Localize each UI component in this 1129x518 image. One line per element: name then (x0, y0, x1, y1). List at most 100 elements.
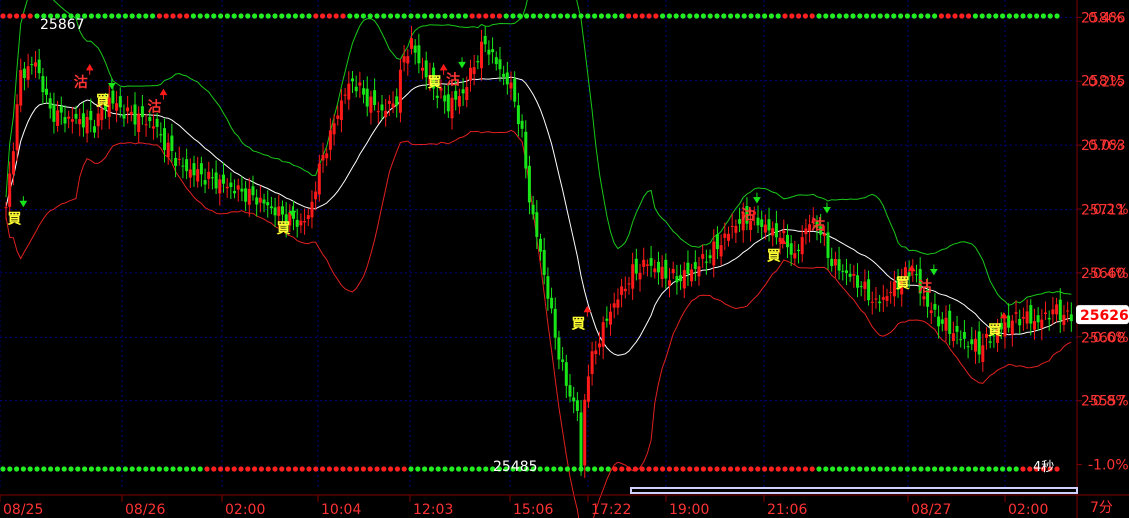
candle-body (727, 233, 730, 241)
candle-body (196, 169, 200, 182)
signal-dot (558, 13, 564, 19)
signal-dot (503, 13, 509, 19)
signal-dot (143, 466, 149, 472)
signal-dot (823, 13, 829, 19)
candle-body (133, 104, 137, 125)
signal-dot (1000, 13, 1006, 19)
signal-dot (530, 13, 537, 19)
signal-dot (252, 466, 258, 472)
signal-dot (660, 13, 666, 19)
candle-body (365, 88, 369, 107)
candle-body (723, 233, 727, 238)
candle-body (56, 110, 60, 126)
signal-dot (190, 466, 196, 472)
candle-body (708, 255, 712, 259)
signal-dot (272, 13, 278, 19)
candle-body (712, 241, 716, 266)
signal-dot (490, 13, 496, 19)
signal-dot (768, 466, 775, 472)
candle-body (693, 262, 697, 269)
candle-body (620, 286, 624, 295)
signal-dot (388, 13, 394, 19)
candle-body (671, 268, 675, 274)
signal-label: 沽 (446, 71, 460, 88)
candle-body (410, 38, 413, 49)
candle-body (841, 270, 845, 272)
signal-dot (612, 466, 618, 472)
signal-dot (34, 466, 40, 472)
candle-body (303, 221, 307, 223)
candle-body (1051, 309, 1055, 315)
signal-dot (7, 466, 13, 472)
signal-dot (782, 466, 788, 472)
candle-body (664, 259, 668, 279)
candle-body (782, 230, 786, 234)
candle-body (236, 185, 240, 190)
time-tick-label: 10:04 (321, 502, 361, 518)
signal-dot (136, 13, 142, 19)
candle-body (704, 261, 708, 263)
candle-body (933, 303, 937, 310)
candle-body (384, 110, 388, 118)
candle-body (524, 131, 528, 169)
candle-body (37, 59, 41, 74)
signal-dot (34, 13, 40, 19)
candle-body (631, 264, 635, 289)
signal-label: 買 (571, 317, 586, 333)
candle-body (52, 104, 56, 122)
candle-body (380, 104, 384, 111)
candle-body (937, 316, 941, 327)
signal-dot (721, 466, 727, 472)
signal-dot (796, 466, 802, 472)
signal-dot (850, 13, 856, 19)
candle-body (118, 96, 122, 108)
signal-dot (1020, 466, 1026, 472)
signal-dot (326, 13, 332, 19)
signal-dot (170, 466, 176, 472)
candle-body (988, 341, 992, 343)
signal-dot (891, 13, 897, 19)
candle-body (509, 82, 513, 89)
candle-body (686, 262, 690, 274)
candle-body (115, 103, 119, 111)
signal-dot (1006, 13, 1013, 19)
candle-body (561, 359, 565, 362)
signal-dot (857, 466, 863, 472)
candle-body (520, 120, 524, 129)
candle-body (402, 56, 406, 63)
signal-dot (993, 466, 999, 472)
signal-dot (972, 466, 979, 472)
signal-label: 買 (988, 323, 1003, 339)
candle-body (623, 288, 627, 292)
signal-dot (102, 466, 108, 472)
candle-body (1033, 321, 1036, 330)
signal-dot (666, 13, 673, 19)
candle-body (336, 115, 340, 119)
candle-body (1025, 311, 1029, 324)
candle-body (199, 163, 203, 175)
candle-body (929, 310, 933, 314)
candle-body (22, 68, 26, 78)
stock-chart[interactable]: 買沽買 沽買買 沽買沽買沽買 沽買 0.4%0.2%0.0%-0.2%-0.4%-0.… (0, 0, 1129, 518)
signal-dot (592, 466, 598, 472)
candle-body (391, 103, 395, 108)
candle-body (951, 333, 955, 341)
signal-dot (809, 13, 815, 19)
signal-dot (333, 466, 339, 472)
candle-body (214, 172, 218, 189)
signal-dot (102, 13, 108, 19)
refresh-interval-label: 4秒 (1033, 460, 1054, 475)
signal-label: 沽 (147, 99, 161, 116)
candle-body (328, 130, 332, 150)
candle-body (15, 104, 19, 151)
signal-dot (360, 466, 366, 472)
interval-label[interactable]: 7分 (1090, 500, 1113, 516)
signal-dot (857, 13, 863, 19)
signal-dot (836, 13, 843, 19)
signal-dot (381, 13, 387, 19)
candle-body (465, 87, 469, 100)
signal-dot (775, 466, 781, 472)
signal-dot (932, 13, 938, 19)
candle-body (244, 188, 248, 202)
candle-body (461, 89, 465, 94)
